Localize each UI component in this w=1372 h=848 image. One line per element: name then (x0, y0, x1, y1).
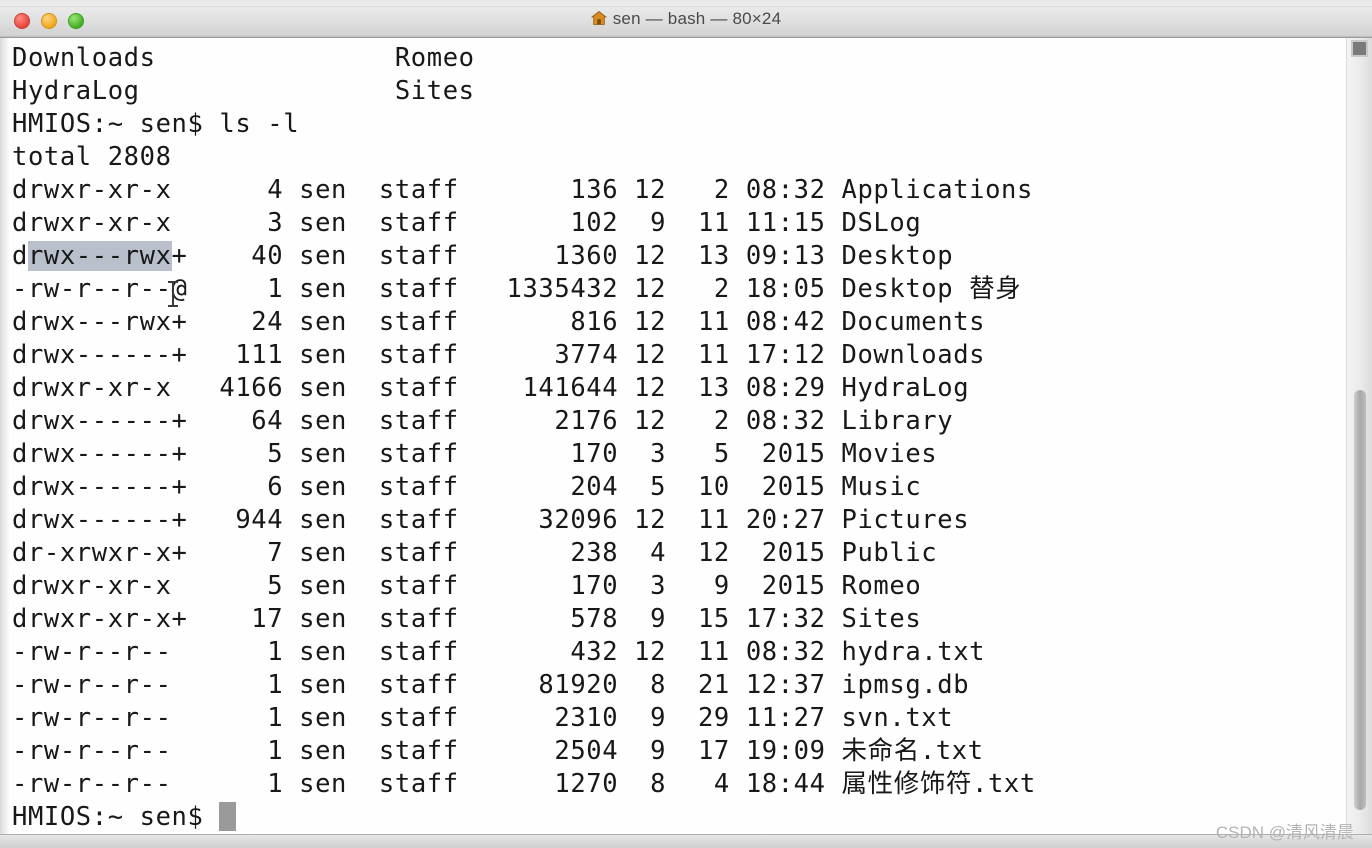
listing-row: drwx------+ 6 sen staff 204 5 10 2015 Mu… (12, 471, 921, 504)
listing-row: drwxr-xr-x 4 sen staff 136 12 2 08:32 Ap… (12, 174, 1033, 207)
cell-permissions: drwxr-xr-x+ (12, 604, 188, 634)
listing-row: drwx------+ 5 sen staff 170 3 5 2015 Mov… (12, 438, 937, 471)
listing-row-rest: 40 sen staff 1360 12 13 09:13 Desktop (187, 241, 954, 271)
cell-permissions: drwx---rwx+ (12, 307, 188, 337)
listing-row-rest: 4 sen staff 136 12 2 08:32 Applications (187, 175, 1033, 205)
total-text: total 2808 (12, 142, 172, 172)
title-bar-top-strip (0, 0, 1372, 7)
prompt-text: HMIOS:~ sen$ (12, 802, 220, 832)
listing-row: drwx------+ 944 sen staff 32096 12 11 20… (12, 504, 969, 537)
cell-permissions: -rw-r--r-- (12, 769, 188, 799)
cell-permissions: drwxr-xr-x (12, 208, 188, 238)
listing-row: drwxr-xr-x 5 sen staff 170 3 9 2015 Rome… (12, 570, 921, 603)
command-text: HMIOS:~ sen$ ls -l (12, 109, 300, 139)
listing-row: drwxr-xr-x 4166 sen staff 141644 12 13 0… (12, 372, 969, 405)
terminal-body[interactable]: Downloads Romeo HydraLog Sites HMIOS:~ sen… (0, 38, 1372, 834)
vertical-scrollbar[interactable] (1346, 38, 1372, 834)
listing-row: drwx---rwx+ 24 sen staff 816 12 11 08:42… (12, 306, 985, 339)
listing-row-rest: 24 sen staff 816 12 11 08:42 Documents (187, 307, 986, 337)
listing-row-rest: 1 sen staff 2504 9 17 19:09 未命名.txt (187, 736, 984, 766)
listing-row: -rw-r--r-- 1 sen staff 2310 9 29 11:27 s… (12, 702, 953, 735)
listing-row-rest: 1 sen staff 2310 9 29 11:27 svn.txt (187, 703, 954, 733)
terminal-text: Downloads Romeo (12, 43, 475, 73)
listing-row-rest: 17 sen staff 578 9 15 17:32 Sites (187, 604, 922, 634)
listing-row-rest: 944 sen staff 32096 12 11 20:27 Pictures (187, 505, 970, 535)
cell-permissions: -rw-r--r-- (12, 703, 188, 733)
listing-row: dr-xrwxr-x+ 7 sen staff 238 4 12 2015 Pu… (12, 537, 937, 570)
listing-row-rest: 111 sen staff 3774 12 11 17:12 Downloads (187, 340, 986, 370)
listing-row: drwx---rwx+ 40 sen staff 1360 12 13 09:1… (12, 240, 953, 273)
cell-permissions: drwx------+ (12, 439, 188, 469)
window-bottom-rim (0, 834, 1372, 848)
terminal-text: HydraLog Sites (12, 76, 475, 106)
permissions-prefix: d (12, 241, 28, 271)
cell-permissions: -rw-r--r-- (12, 736, 188, 766)
listing-row: -rw-r--r-- 1 sen staff 1270 8 4 18:44 属性… (12, 768, 1036, 801)
cell-permissions: drwx------+ (12, 472, 188, 502)
listing-row-rest: 5 sen staff 170 3 5 2015 Movies (187, 439, 938, 469)
block-cursor (219, 802, 237, 831)
listing-row-rest: 6 sen staff 204 5 10 2015 Music (187, 472, 922, 502)
terminal-command-line: HMIOS:~ sen$ ls -l (12, 108, 299, 141)
cell-permissions: drwxr-xr-x (12, 175, 188, 205)
cell-permissions: drwxr-xr-x (12, 571, 188, 601)
terminal-window: sen — bash — 80×24 Downloads Romeo HydraL… (0, 0, 1372, 848)
cell-permissions: drwxr-xr-x (12, 373, 188, 403)
listing-row: -rw-r--r--@ 1 sen staff 1335432 12 2 18:… (12, 273, 1021, 306)
listing-row-rest: 3 sen staff 102 9 11 11:15 DSLog (187, 208, 922, 238)
listing-row: drwx------+ 111 sen staff 3774 12 11 17:… (12, 339, 985, 372)
terminal-left-edge (0, 38, 10, 834)
listing-row-rest: 5 sen staff 170 3 9 2015 Romeo (187, 571, 922, 601)
permissions-suffix: + (171, 241, 188, 271)
cell-permissions: dr-xrwxr-x+ (12, 538, 188, 568)
cell-permissions: drwx------+ (12, 340, 188, 370)
terminal-screen[interactable]: Downloads Romeo HydraLog Sites HMIOS:~ sen… (12, 42, 1322, 832)
watermark: CSDN @清风清晨 (1215, 823, 1354, 842)
cell-permissions: drwx------+ (12, 505, 188, 535)
terminal-prompt-line: HMIOS:~ sen$ (12, 801, 237, 834)
listing-row-rest: 1 sen staff 432 12 11 08:32 hydra.txt (187, 637, 986, 667)
listing-row: -rw-r--r-- 1 sen staff 432 12 11 08:32 h… (12, 636, 985, 669)
title-bar[interactable]: sen — bash — 80×24 (0, 0, 1372, 38)
scroll-top-marker-icon[interactable] (1351, 40, 1368, 57)
terminal-output-line: Downloads Romeo (12, 42, 475, 75)
listing-row: -rw-r--r-- 1 sen staff 81920 8 21 12:37 … (12, 669, 969, 702)
terminal-output-line: HydraLog Sites (12, 75, 475, 108)
cell-permissions: -rw-r--r--@ (12, 274, 188, 304)
cell-permissions: -rw-r--r-- (12, 637, 188, 667)
text-cursor-ibeam (168, 281, 178, 307)
listing-row-rest: 1 sen staff 1270 8 4 18:44 属性修饰符.txt (187, 769, 1036, 799)
terminal-total-line: total 2808 (12, 141, 172, 174)
listing-row-rest: 7 sen staff 238 4 12 2015 Public (187, 538, 938, 568)
listing-row-rest: 4166 sen staff 141644 12 13 08:29 HydraL… (187, 373, 970, 403)
listing-row-rest: 1 sen staff 81920 8 21 12:37 ipmsg.db (187, 670, 970, 700)
window-title: sen — bash — 80×24 (0, 9, 1372, 31)
listing-row: drwxr-xr-x 3 sen staff 102 9 11 11:15 DS… (12, 207, 921, 240)
selected-permissions[interactable]: rwx---rwx (27, 241, 172, 271)
cell-permissions: drwx------+ (12, 406, 188, 436)
listing-row: drwx------+ 64 sen staff 2176 12 2 08:32… (12, 405, 953, 438)
window-title-text: sen — bash — 80×24 (612, 9, 782, 28)
scrollbar-thumb[interactable] (1354, 390, 1366, 810)
listing-row-rest: 64 sen staff 2176 12 2 08:32 Library (187, 406, 954, 436)
listing-row: drwxr-xr-x+ 17 sen staff 578 9 15 17:32 … (12, 603, 921, 636)
home-icon (590, 10, 607, 31)
cell-permissions: -rw-r--r-- (12, 670, 188, 700)
listing-row: -rw-r--r-- 1 sen staff 2504 9 17 19:09 未… (12, 735, 984, 768)
listing-row-rest: 1 sen staff 1335432 12 2 18:05 Desktop 替… (187, 274, 1022, 304)
